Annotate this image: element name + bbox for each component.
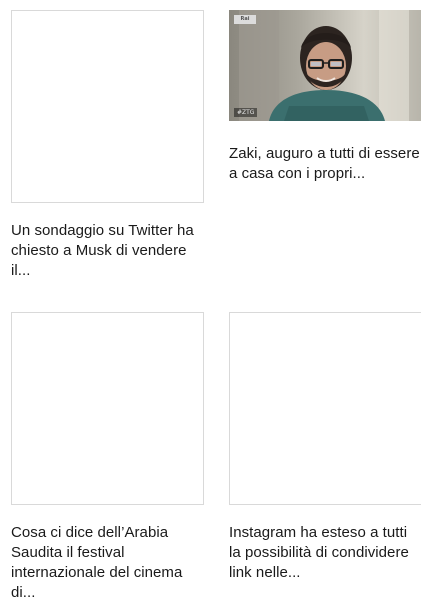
article-thumbnail[interactable] — [11, 10, 204, 203]
article-thumbnail[interactable] — [229, 312, 421, 505]
video-still-image — [229, 10, 421, 121]
article-thumbnail[interactable] — [11, 312, 204, 505]
article-card[interactable]: Cosa ci dice dell’Arabia Saudita il fest… — [11, 312, 204, 603]
article-title-link[interactable]: Cosa ci dice dell’Arabia Saudita il fest… — [11, 523, 204, 603]
article-card[interactable]: Un sondaggio su Twitter ha chiesto a Mus… — [11, 10, 204, 281]
article-grid: Un sondaggio su Twitter ha chiesto a Mus… — [0, 0, 421, 603]
overlay-tag: #ZTG — [234, 108, 258, 117]
article-title-link[interactable]: Zaki, auguro a tutti di essere a casa co… — [229, 144, 421, 184]
article-title-link[interactable]: Instagram ha esteso a tutti la possibili… — [229, 523, 421, 583]
article-title-link[interactable]: Un sondaggio su Twitter ha chiesto a Mus… — [11, 221, 204, 281]
article-card[interactable]: Rai #ZTG Zaki, auguro a tutti di essere … — [229, 10, 421, 184]
channel-logo: Rai — [234, 15, 256, 24]
article-thumbnail[interactable]: Rai #ZTG — [229, 10, 421, 121]
article-card[interactable]: Instagram ha esteso a tutti la possibili… — [229, 312, 421, 583]
